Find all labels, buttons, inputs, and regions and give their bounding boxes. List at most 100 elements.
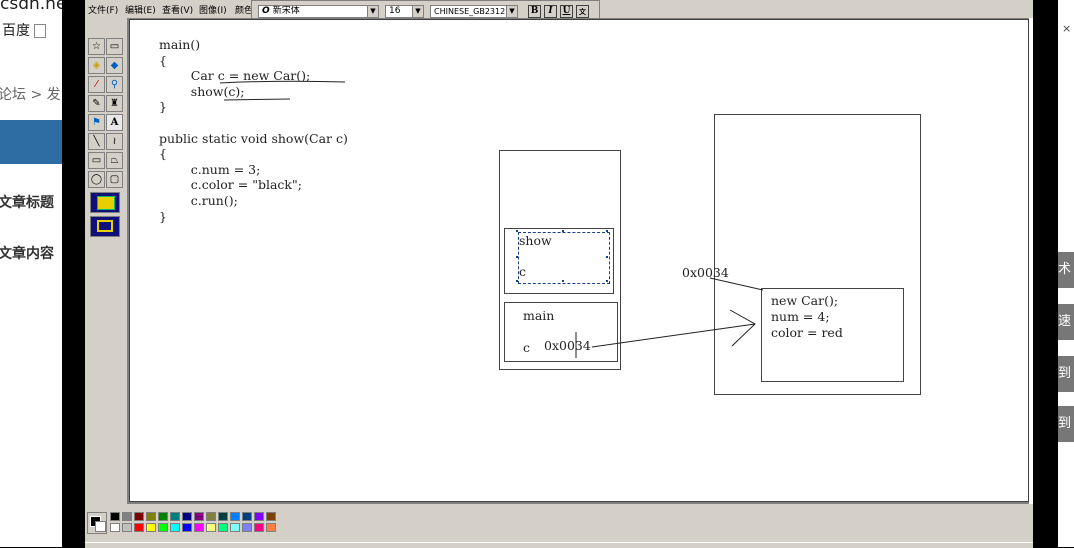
underline-button[interactable]: U: [560, 5, 573, 18]
font-name-select[interactable]: O 新宋体 ▼: [258, 5, 379, 18]
main-addr-label: 0x0034: [544, 338, 591, 353]
show-var-label: c: [519, 264, 527, 279]
palette-swatch[interactable]: [194, 523, 204, 532]
charset-value: CHINESE_GB2312: [434, 7, 506, 16]
vertical-text-button[interactable]: 文: [576, 5, 589, 18]
bookmark-label: 百度: [2, 23, 30, 39]
font-size-select[interactable]: 16 ▼: [385, 5, 424, 18]
palette-swatch[interactable]: [230, 512, 240, 521]
charset-select[interactable]: CHINESE_GB2312 ▼: [430, 5, 518, 18]
code-line: {: [159, 52, 167, 68]
side-button-2[interactable]: 速: [1058, 304, 1074, 340]
rounded-rect-icon[interactable]: ▢: [106, 171, 123, 188]
palette-swatch[interactable]: [254, 512, 264, 521]
code-line: Car c = new Car();: [159, 68, 311, 84]
bookmark-baidu[interactable]: 百度: [2, 20, 47, 40]
menu-view[interactable]: 查看(V): [162, 3, 193, 16]
palette-swatch[interactable]: [146, 523, 156, 532]
vertical-scrollbar[interactable]: [1029, 18, 1033, 504]
fill-bucket-icon[interactable]: ◆: [106, 57, 123, 74]
heap-line-1: new Car();: [771, 293, 839, 308]
code-line: c.num = 3;: [159, 161, 261, 177]
pencil-icon[interactable]: ✎: [88, 95, 105, 112]
menu-edit[interactable]: 编辑(E): [125, 3, 156, 16]
heap-line-2: num = 4;: [771, 309, 830, 324]
palette-swatch[interactable]: [182, 512, 192, 521]
bold-button[interactable]: B: [528, 5, 541, 18]
chevron-down-icon[interactable]: ▼: [412, 6, 423, 17]
ellipse-icon[interactable]: ◯: [88, 171, 105, 188]
heap-addr-label: 0x0034: [682, 265, 729, 280]
palette-swatch[interactable]: [122, 523, 132, 532]
palette-swatch[interactable]: [266, 512, 276, 521]
palette-swatch[interactable]: [158, 523, 168, 532]
free-select-icon[interactable]: ☆: [88, 38, 105, 55]
palette-swatch[interactable]: [230, 523, 240, 532]
palette-swatch[interactable]: [110, 512, 120, 521]
palette-swatch[interactable]: [266, 523, 276, 532]
code-line: c.run();: [159, 193, 238, 208]
main-var-label: c: [523, 340, 531, 355]
palette-swatch[interactable]: [158, 512, 168, 521]
palette-swatch[interactable]: [242, 512, 252, 521]
menu-image[interactable]: 图像(I): [199, 3, 227, 16]
palette-swatch[interactable]: [170, 523, 180, 532]
code-line: {: [159, 146, 167, 162]
airbrush-icon[interactable]: ⚑: [88, 114, 105, 131]
palette-swatch[interactable]: [242, 523, 252, 532]
opaque-shape-icon: [97, 196, 115, 210]
palette-swatch[interactable]: [194, 512, 204, 521]
blue-header-bar: [0, 120, 62, 164]
line-icon[interactable]: ╲: [88, 133, 105, 150]
palette-swatch[interactable]: [206, 523, 216, 532]
polygon-icon[interactable]: ⏢: [106, 152, 123, 169]
palette-swatch[interactable]: [218, 523, 228, 532]
palette-swatch[interactable]: [134, 523, 144, 532]
close-icon[interactable]: ×: [1062, 22, 1071, 35]
curve-icon[interactable]: ≀: [106, 133, 123, 150]
chevron-down-icon[interactable]: ▼: [506, 6, 517, 17]
code-line: main(): [159, 37, 201, 52]
code-line: public static void show(Car c): [159, 130, 348, 146]
code-line: c.color = "black";: [159, 177, 302, 193]
browser-url-fragment: csdn.net: [0, 0, 62, 14]
palette-swatch[interactable]: [182, 523, 192, 532]
palette-swatch[interactable]: [146, 512, 156, 521]
font-size-value: 16: [389, 6, 401, 16]
breadcrumb[interactable]: 论坛 > 发: [0, 84, 61, 104]
chevron-down-icon[interactable]: ▼: [367, 6, 378, 17]
palette-swatch[interactable]: [254, 523, 264, 532]
show-frame-label: show: [519, 233, 552, 248]
background-browser-right: × 术 速 到 到: [1058, 0, 1074, 547]
italic-button[interactable]: I: [544, 5, 557, 18]
color-palette: [85, 506, 1033, 548]
menu-file[interactable]: 文件(F): [88, 3, 118, 16]
palette-swatch[interactable]: [122, 512, 132, 521]
transparent-option-icon[interactable]: [90, 216, 120, 237]
code-line: }: [159, 208, 167, 224]
eraser-icon[interactable]: ◈: [88, 57, 105, 74]
side-button-4[interactable]: 到: [1058, 406, 1074, 442]
palette-swatch[interactable]: [110, 523, 120, 532]
rect-select-icon[interactable]: ▭: [106, 38, 123, 55]
article-title-label: 文章标题: [0, 195, 54, 211]
background-color: [95, 521, 106, 532]
paint-canvas[interactable]: main(){ Car c = new Car(); show(c);} publ…: [129, 19, 1029, 502]
brush-icon[interactable]: ♜: [106, 95, 123, 112]
color-picker-icon[interactable]: ⁄: [88, 76, 105, 93]
rectangle-icon[interactable]: ▭: [88, 152, 105, 169]
font-type-icon: O: [262, 6, 273, 16]
side-button-1[interactable]: 术: [1058, 252, 1074, 288]
current-colors[interactable]: [87, 512, 107, 534]
font-name-value: 新宋体: [272, 6, 300, 16]
side-button-3[interactable]: 到: [1058, 356, 1074, 392]
magnifier-icon[interactable]: ⚲: [106, 76, 123, 93]
opaque-option-icon[interactable]: [90, 192, 120, 213]
palette-swatch[interactable]: [218, 512, 228, 521]
text-tool-icon[interactable]: A: [106, 114, 123, 131]
background-browser-left: csdn.net 百度 论坛 > 发 文章标题 文章内容: [0, 0, 62, 547]
palette-swatch[interactable]: [206, 512, 216, 521]
palette-swatch[interactable]: [134, 512, 144, 521]
main-frame-label: main: [523, 308, 555, 323]
palette-swatch[interactable]: [170, 512, 180, 521]
